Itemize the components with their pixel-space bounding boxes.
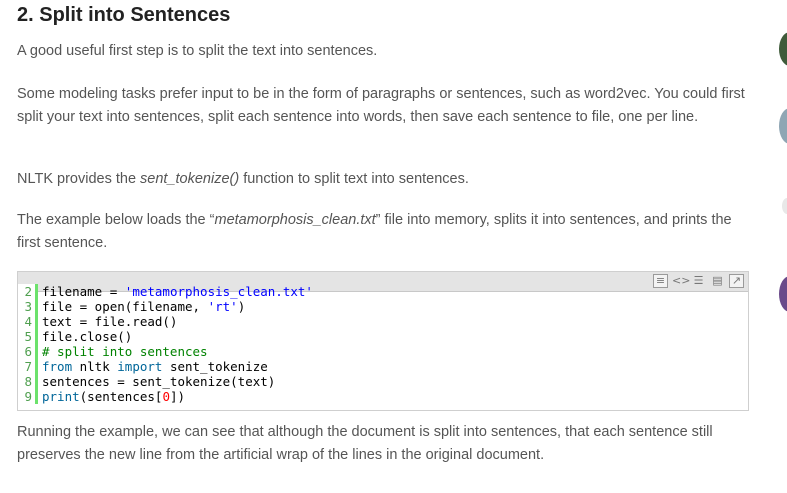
code-line: 5 file.close()	[18, 329, 748, 344]
nltk-text-post: function to split text into sentences.	[239, 171, 469, 187]
code-token: import	[117, 359, 163, 374]
example-paragraph: The example below loads the “metamorphos…	[17, 209, 752, 254]
code-text: from nltk import sent_tokenize	[38, 359, 268, 374]
code-token: sent_tokenize	[162, 359, 268, 374]
result-paragraph: Running the example, we can see that alt…	[17, 424, 713, 463]
code-token: (sentences[	[79, 389, 163, 404]
code-text: file.close()	[38, 329, 132, 344]
code-block[interactable]: ≡ <> ☰ ▤ ↗ 2 filename = 'metamorphosis_cl…	[17, 271, 749, 411]
line-number: 9	[18, 389, 38, 404]
line-number: 2	[18, 284, 38, 299]
code-token: nltk	[72, 359, 118, 374]
nltk-text-pre: NLTK provides the	[17, 171, 141, 187]
avatar-blue[interactable]	[779, 108, 787, 144]
code-text: filename = 'metamorphosis_clean.txt'	[38, 284, 313, 299]
section-heading: 2. Split into Sentences	[17, 4, 231, 26]
code-token: sentences = sent_tokenize(text)	[42, 374, 276, 389]
code-line: 8 sentences = sent_tokenize(text)	[18, 374, 748, 389]
line-number: 7	[18, 359, 38, 374]
avatar-purple[interactable]	[779, 276, 787, 312]
line-number: 8	[18, 374, 38, 389]
code-token: ])	[169, 389, 186, 404]
code-lines: 2 filename = 'metamorphosis_clean.txt' 3 fi…	[18, 284, 748, 404]
code-line: 2 filename = 'metamorphosis_clean.txt'	[18, 284, 748, 299]
code-token: file.close()	[42, 329, 133, 344]
avatar-green[interactable]	[779, 32, 787, 66]
file-name: metamorphosis_clean.txt	[214, 212, 376, 228]
nltk-paragraph: NLTK provides the sent_tokenize() functi…	[17, 168, 752, 191]
code-token: filename =	[42, 284, 125, 299]
code-token: # split into sentences	[42, 344, 208, 359]
code-line: 9 print(sentences[0])	[18, 389, 748, 404]
function-name: sent_tokenize()	[140, 171, 240, 187]
code-text: print(sentences[0])	[38, 389, 185, 404]
code-token: 0	[162, 389, 170, 404]
code-token: text = file.read()	[42, 314, 178, 329]
code-line: 6 # split into sentences	[18, 344, 748, 359]
code-text: file = open(filename, 'rt')	[38, 299, 245, 314]
intro-paragraph: A good useful first step is to split the…	[17, 43, 378, 59]
example-text-pre: The example below loads the “	[17, 212, 215, 228]
code-token: file = open(filename,	[42, 299, 208, 314]
code-line: 7 from nltk import sent_tokenize	[18, 359, 748, 374]
line-number: 5	[18, 329, 38, 344]
code-token: )	[237, 299, 246, 314]
code-text: # split into sentences	[38, 344, 208, 359]
avatar-light[interactable]	[782, 198, 787, 214]
code-token: print	[42, 389, 80, 404]
code-line: 3 file = open(filename, 'rt')	[18, 299, 748, 314]
code-token: 'metamorphosis_clean.txt'	[124, 284, 313, 299]
code-token: from	[42, 359, 73, 374]
line-number: 3	[18, 299, 38, 314]
code-token: 'rt'	[207, 299, 238, 314]
code-text: text = file.read()	[38, 314, 177, 329]
code-text: sentences = sent_tokenize(text)	[38, 374, 275, 389]
modeling-paragraph: Some modeling tasks prefer input to be i…	[17, 86, 745, 125]
line-number: 6	[18, 344, 38, 359]
line-number: 4	[18, 314, 38, 329]
code-line: 4 text = file.read()	[18, 314, 748, 329]
